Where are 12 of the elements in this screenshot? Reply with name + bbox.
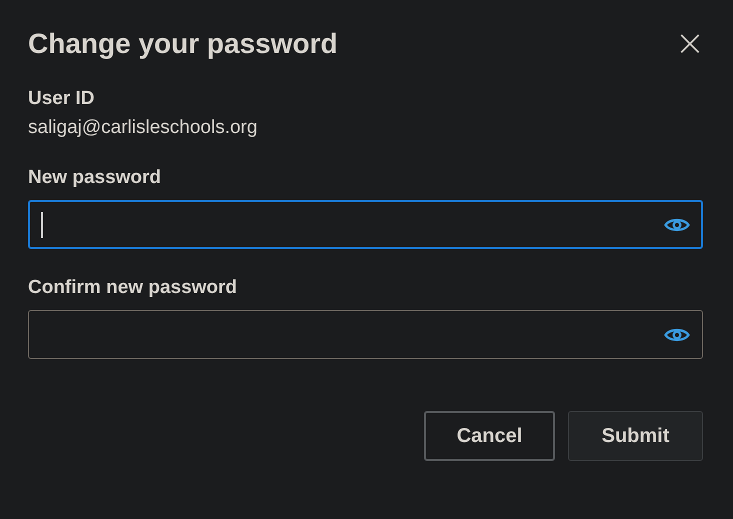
- user-id-value: saligaj@carlisleschools.org: [28, 117, 258, 139]
- password-field[interactable]: [28, 200, 703, 249]
- cancel-button[interactable]: Cancel: [424, 411, 555, 461]
- submit-button[interactable]: Submit: [568, 411, 703, 461]
- password-field[interactable]: [28, 310, 703, 359]
- close-button[interactable]: ×: [674, 26, 705, 62]
- field-label: New password: [28, 167, 162, 189]
- dialog-title: Change your password: [28, 28, 338, 60]
- field-label: Confirm new password: [28, 277, 238, 299]
- eye-icon[interactable]: [664, 326, 690, 342]
- eye-icon[interactable]: [664, 216, 690, 232]
- user-id-label: User ID: [28, 88, 96, 110]
